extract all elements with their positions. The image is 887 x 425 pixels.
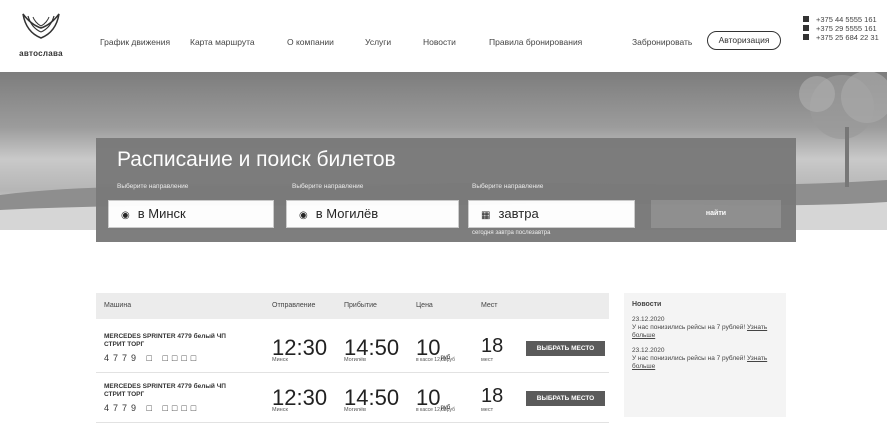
from-label: Выберите направление (117, 183, 189, 190)
book-link[interactable]: Забронировать (632, 37, 692, 47)
car-plate: 4779 □ □□□□ (104, 403, 201, 413)
news-text: У нас понизились рейсы на 7 рублей! (632, 355, 746, 362)
date-label: Выберите направление (472, 183, 544, 190)
table-row: MERCEDES SPRINTER 4779 белый ЧП СТРИТ ТО… (96, 373, 609, 423)
col-arrival: Прибытие (344, 302, 377, 309)
nav-route-map[interactable]: Карта маршрута (190, 37, 255, 47)
news-item: 23.12.2020 У нас понизились рейсы на 7 р… (632, 347, 778, 371)
date-hint[interactable]: сегодня завтра послезавтра (472, 230, 550, 236)
location-icon: ◉ (121, 210, 130, 221)
nav-about[interactable]: О компании (287, 37, 334, 47)
news-date: 23.12.2020 (632, 316, 665, 323)
to-label: Выберите направление (292, 183, 364, 190)
table-header: Машина Отправление Прибытие Цена Мест (96, 293, 609, 319)
car-plate: 4779 □ □□□□ (104, 353, 201, 363)
nav-booking-rules[interactable]: Правила бронирования (489, 37, 582, 47)
price-note: в кассе 12,00руб (416, 407, 455, 413)
logo-wings-icon (22, 13, 60, 39)
auth-button[interactable]: Авторизация (707, 31, 781, 50)
logo[interactable]: автослава (14, 8, 68, 58)
seats-label: мест (481, 407, 494, 413)
search-title: Расписание и поиск билетов (117, 148, 396, 171)
departure-city: Минск (272, 407, 288, 413)
trips-table: Машина Отправление Прибытие Цена Мест ME… (96, 293, 609, 425)
phone-1[interactable]: +375 44 5555 161 (803, 15, 879, 24)
seats-count: 18 (481, 335, 504, 357)
nav-news[interactable]: Новости (423, 37, 456, 47)
nav-services[interactable]: Услуги (365, 37, 391, 47)
find-button[interactable]: найти (651, 200, 781, 228)
nav-schedule[interactable]: График движения (100, 37, 170, 47)
news-panel: Новости 23.12.2020 У нас понизились рейс… (624, 293, 786, 417)
arrival-city: Могилёв (344, 357, 366, 363)
phone-2[interactable]: +375 29 5555 161 (803, 24, 879, 33)
car-model: MERCEDES SPRINTER 4779 белый ЧП СТРИТ ТО… (104, 333, 226, 348)
search-panel: Расписание и поиск билетов Выберите напр… (96, 138, 796, 242)
table-row: MERCEDES SPRINTER 4779 белый ЧП СТРИТ ТО… (96, 323, 609, 373)
phone-3[interactable]: +375 25 684 22 31 (803, 33, 879, 42)
news-item: 23.12.2020 У нас понизились рейсы на 7 р… (632, 316, 778, 340)
price-note: в кассе 12,00руб (416, 357, 455, 363)
location-icon: ◉ (299, 210, 308, 221)
col-departure: Отправление (272, 302, 316, 309)
news-date: 23.12.2020 (632, 347, 665, 354)
from-value: в Минск (137, 206, 186, 221)
logo-text: автослава (19, 49, 63, 58)
arrival-city: Могилёв (344, 407, 366, 413)
news-title: Новости (632, 301, 662, 308)
from-field[interactable]: ◉ в Минск (108, 200, 274, 228)
col-seats: Мест (481, 302, 498, 309)
col-price: Цена (416, 302, 433, 309)
departure-city: Минск (272, 357, 288, 363)
calendar-icon: ▦ (481, 210, 491, 221)
to-value: в Могилёв (315, 206, 379, 221)
date-field[interactable]: ▦ завтра (468, 200, 635, 228)
car-model: MERCEDES SPRINTER 4779 белый ЧП СТРИТ ТО… (104, 383, 226, 398)
date-value: завтра (498, 206, 539, 221)
seats-count: 18 (481, 385, 504, 407)
choose-seat-button[interactable]: ВЫБРАТЬ МЕСТО (526, 391, 605, 406)
col-car: Машина (104, 302, 132, 309)
seats-label: мест (481, 357, 494, 363)
choose-seat-button[interactable]: ВЫБРАТЬ МЕСТО (526, 341, 605, 356)
news-text: У нас понизились рейсы на 7 рублей! (632, 324, 746, 331)
phone-list: +375 44 5555 161 +375 29 5555 161 +375 2… (803, 15, 879, 42)
header: автослава График движения Карта маршрута… (0, 0, 887, 72)
to-field[interactable]: ◉ в Могилёв (286, 200, 459, 228)
